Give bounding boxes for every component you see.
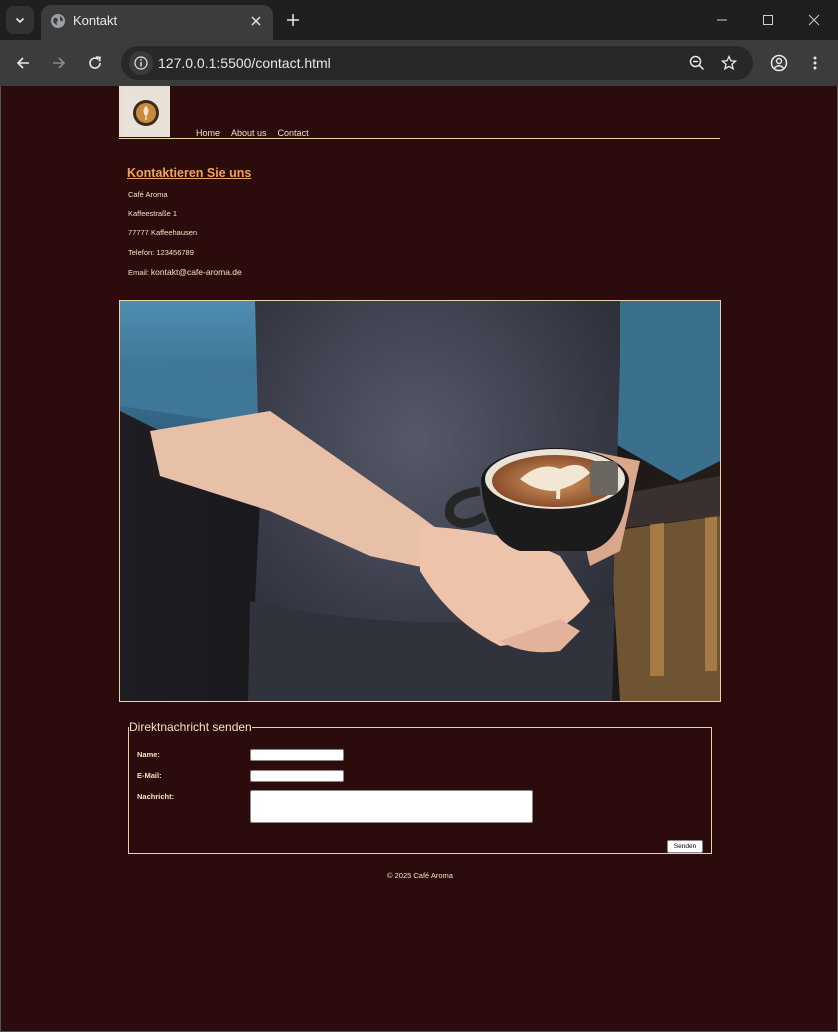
reload-icon [89, 56, 101, 69]
profile-button[interactable] [767, 51, 791, 75]
address-street: Kaffeestraße 1 [128, 209, 178, 218]
email-label: E-Mail: [137, 771, 162, 780]
name-input[interactable] [250, 749, 344, 761]
url-host: 127.0.0.1 [158, 55, 217, 71]
email-label: Email: [128, 268, 151, 277]
browser-toolbar: 127.0.0.1:5500/contact.html [0, 40, 838, 86]
back-button[interactable] [11, 51, 35, 75]
zoom-button[interactable] [685, 51, 709, 75]
message-label: Nachricht: [137, 792, 175, 801]
nav-about-link[interactable]: About us [231, 128, 267, 138]
address-bar[interactable]: 127.0.0.1:5500/contact.html [121, 46, 753, 80]
url-path: :5500/contact.html [216, 55, 331, 71]
forward-button[interactable] [47, 51, 71, 75]
minimize-icon [717, 19, 727, 21]
url-text: 127.0.0.1:5500/contact.html [158, 55, 331, 71]
name-label: Name: [137, 750, 160, 759]
contact-heading[interactable]: Kontaktieren Sie uns [127, 166, 251, 180]
globe-icon [51, 14, 65, 28]
tab-search-button[interactable] [6, 6, 34, 34]
barista-coffee-image [119, 300, 721, 702]
nav-home-link[interactable]: Home [196, 128, 220, 138]
submit-button[interactable]: Senden [667, 840, 703, 853]
arrow-left-icon [16, 57, 29, 69]
contact-form: Direktnachricht senden Name: E-Mail: Nac… [128, 720, 712, 854]
coffee-cup-logo-icon [122, 89, 167, 134]
nav-contact-link[interactable]: Contact [278, 128, 309, 138]
browser-tab[interactable]: Kontakt [41, 5, 273, 40]
site-logo[interactable] [119, 86, 170, 137]
close-icon [251, 16, 261, 26]
phone-number: Telefon: 123456789 [128, 248, 194, 257]
info-icon [134, 56, 148, 70]
account-icon [770, 54, 788, 72]
email-input[interactable] [250, 770, 344, 782]
maximize-icon [763, 15, 773, 25]
star-icon [721, 55, 737, 71]
message-textarea[interactable] [250, 790, 533, 823]
bookmark-button[interactable] [717, 51, 741, 75]
form-legend: Direktnachricht senden [129, 720, 252, 734]
close-icon [808, 14, 820, 26]
address-city: 77777 Kaffeehausen [128, 228, 198, 237]
menu-button[interactable] [803, 51, 827, 75]
arrow-right-icon [53, 57, 66, 69]
window-close-button[interactable] [800, 8, 828, 32]
tab-close-button[interactable] [247, 12, 265, 30]
email-line: Email: kontakt@cafe-aroma.de [128, 267, 242, 277]
reload-button[interactable] [83, 51, 107, 75]
footer-copyright: © 2025 Café Aroma [387, 871, 453, 880]
new-tab-button[interactable] [282, 9, 304, 31]
maximize-button[interactable] [754, 8, 782, 32]
cafe-name: Café Aroma [128, 190, 168, 199]
main-nav: Home About us Contact [196, 128, 309, 138]
minimize-button[interactable] [708, 8, 736, 32]
page-content: Home About us Contact Kontaktieren Sie u… [0, 86, 838, 1032]
site-info-button[interactable] [129, 51, 153, 75]
email-address: kontakt@cafe-aroma.de [150, 267, 242, 277]
site-header: Home About us Contact [119, 86, 720, 139]
plus-icon [287, 14, 299, 26]
barista-coffee-photo [120, 301, 720, 701]
more-vert-icon [813, 56, 817, 70]
chevron-down-icon [15, 17, 25, 24]
browser-tab-bar: Kontakt [0, 0, 838, 40]
zoom-out-icon [689, 55, 705, 71]
tab-title: Kontakt [73, 13, 118, 28]
